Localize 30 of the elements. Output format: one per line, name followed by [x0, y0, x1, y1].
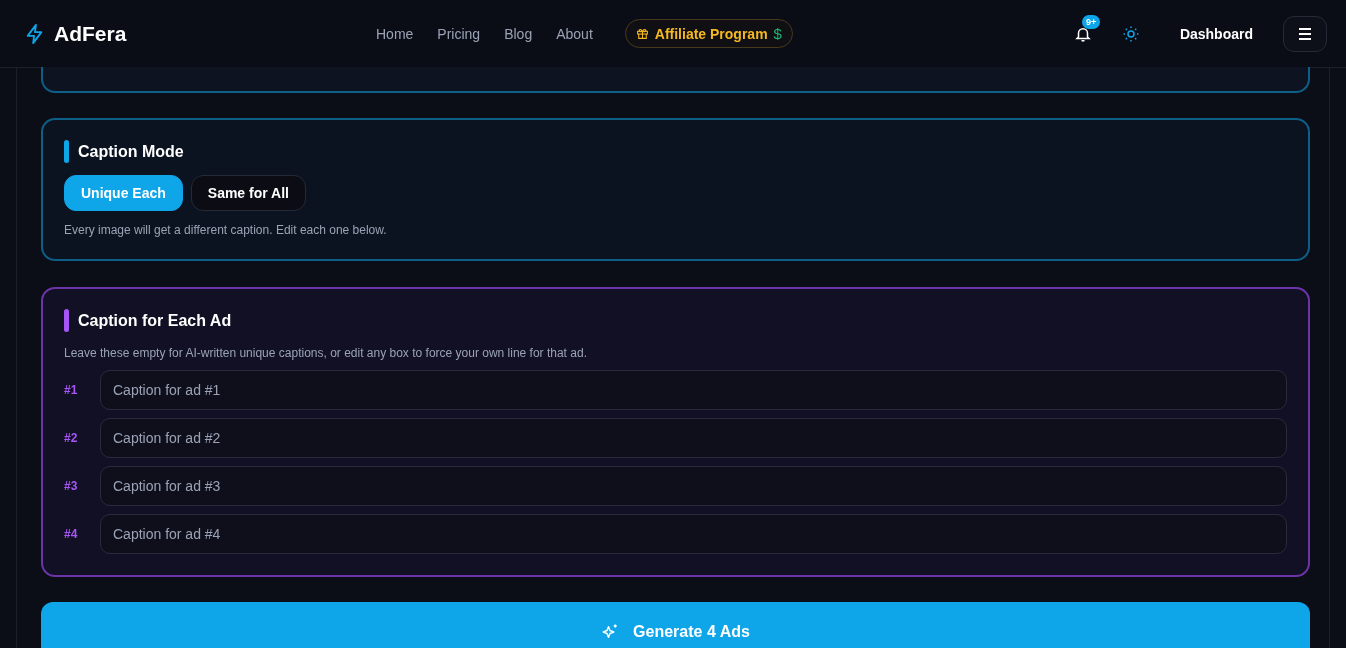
notification-badge: 9+	[1081, 14, 1101, 29]
mode-option[interactable]: Same for All	[190, 175, 306, 211]
caption-input[interactable]: Caption for ad #4	[100, 514, 1287, 554]
gift-icon	[635, 27, 649, 40]
section-title: Caption Mode	[78, 142, 184, 161]
captions-hint: Leave these empty for AI-written unique captions, or edit any box to force your own line for that ad.	[64, 346, 588, 360]
sparkle-icon	[601, 623, 620, 641]
mode-hint: Every image will get a different caption. Edit each one below.	[64, 223, 388, 237]
ad-number: #3	[64, 479, 79, 493]
accent-bar	[64, 140, 69, 163]
dashboard-link[interactable]: Dashboard	[1173, 24, 1259, 43]
section-title: Caption for Each Ad	[78, 311, 232, 330]
menu-icon	[1298, 27, 1312, 40]
menu-button[interactable]	[1283, 15, 1327, 52]
brand-name[interactable]: AdFera	[54, 21, 127, 46]
caption-input[interactable]: Caption for ad #3	[100, 466, 1287, 506]
sun-icon[interactable]	[1121, 24, 1140, 43]
ad-number: #4	[64, 527, 79, 541]
ad-number: #2	[64, 431, 79, 445]
ad-number: #1	[64, 383, 79, 397]
affiliate-button[interactable]: Affiliate Program $	[624, 19, 793, 48]
accent-bar	[64, 309, 69, 332]
nav-link[interactable]: Pricing	[425, 25, 493, 42]
caption-input[interactable]: Caption for ad #1	[100, 370, 1287, 410]
nav-link[interactable]: Home	[364, 25, 426, 42]
affiliate-label: Affiliate Program	[654, 25, 768, 42]
nav-link[interactable]: Blog	[492, 25, 545, 42]
caption-input[interactable]: Caption for ad #2	[100, 418, 1287, 458]
nav-link[interactable]: About	[544, 25, 605, 42]
dollar-sign: $	[773, 25, 782, 42]
